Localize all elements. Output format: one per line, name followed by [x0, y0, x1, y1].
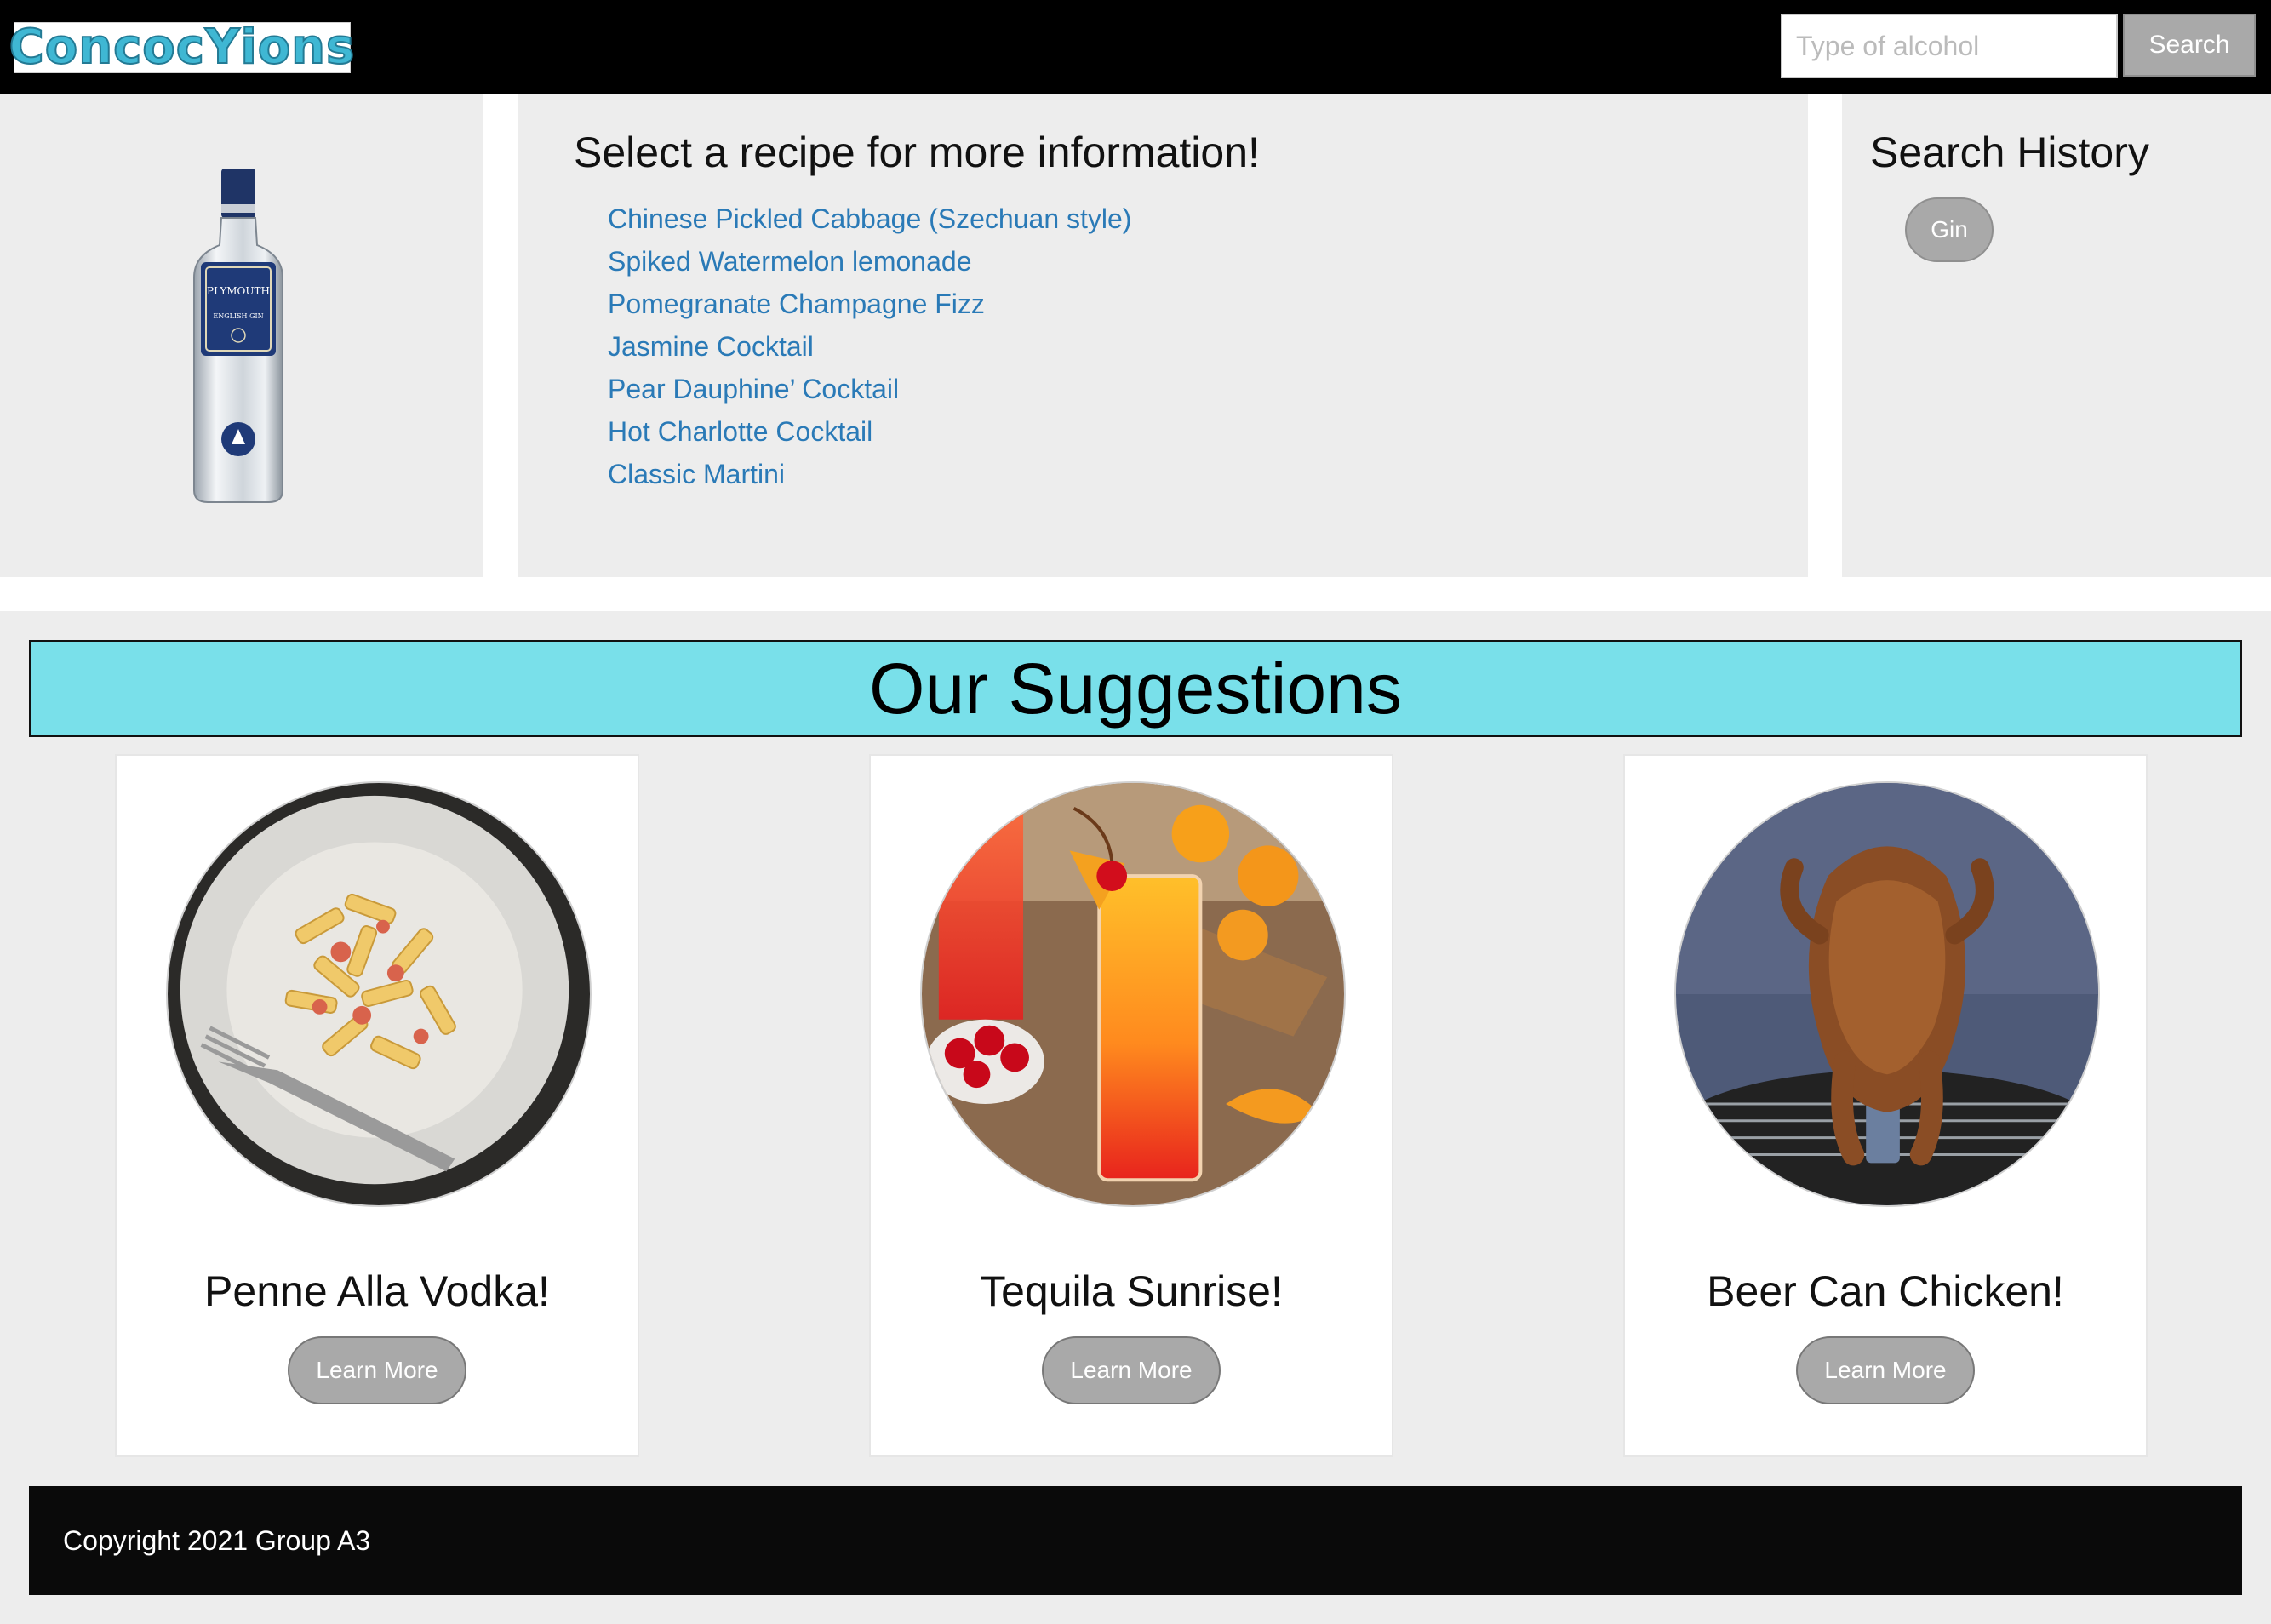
list-item: Jasmine Cocktail: [608, 325, 1131, 368]
suggestions-title: Our Suggestions: [869, 649, 1402, 729]
suggestion-title: Penne Alla Vodka!: [204, 1267, 550, 1315]
tequila-sunrise-photo: [920, 781, 1346, 1207]
svg-text:ENGLISH GIN: ENGLISH GIN: [213, 312, 263, 320]
alcohol-search-input[interactable]: [1781, 14, 2118, 78]
list-item: Spiked Watermelon lemonade: [608, 240, 1131, 283]
panel-divider: [483, 94, 518, 577]
suggestions-banner: Our Suggestions: [29, 640, 2242, 737]
learn-more-button[interactable]: Learn More: [288, 1336, 466, 1404]
list-item: Pear Dauphine’ Cocktail: [608, 368, 1131, 410]
recipe-list-heading: Select a recipe for more information!: [574, 129, 1260, 176]
learn-more-button[interactable]: Learn More: [1042, 1336, 1221, 1404]
recipe-link[interactable]: Pear Dauphine’ Cocktail: [608, 374, 899, 404]
search-button[interactable]: Search: [2123, 14, 2256, 77]
list-item: Chinese Pickled Cabbage (Szechuan style): [608, 197, 1131, 240]
penne-pasta-photo: [166, 781, 592, 1207]
suggestion-title: Tequila Sunrise!: [980, 1267, 1283, 1315]
copyright-text: Copyright 2021 Group A3: [63, 1524, 371, 1556]
svg-text:PLYMOUTH: PLYMOUTH: [207, 285, 270, 297]
panel-divider: [1808, 94, 1842, 577]
recipe-link[interactable]: Jasmine Cocktail: [608, 331, 814, 362]
list-item: Hot Charlotte Cocktail: [608, 410, 1131, 453]
list-item: Pomegranate Champagne Fizz: [608, 283, 1131, 325]
suggestion-card-chicken: Beer Can Chicken! Learn More: [1623, 754, 2148, 1457]
recipe-link[interactable]: Pomegranate Champagne Fizz: [608, 289, 985, 319]
recipe-link[interactable]: Classic Martini: [608, 459, 785, 489]
history-item-button[interactable]: Gin: [1905, 197, 1994, 262]
section-divider: [0, 577, 2271, 611]
footer: Copyright 2021 Group A3: [29, 1486, 2242, 1595]
list-item: Classic Martini: [608, 453, 1131, 495]
top-navbar: ConcocYions Search: [0, 0, 2271, 94]
suggestion-title: Beer Can Chicken!: [1707, 1267, 2064, 1315]
recipe-link[interactable]: Chinese Pickled Cabbage (Szechuan style): [608, 203, 1131, 234]
suggestion-card-penne: Penne Alla Vodka! Learn More: [115, 754, 639, 1457]
beer-can-chicken-photo: [1674, 781, 2100, 1207]
suggestion-card-tequila: Tequila Sunrise! Learn More: [869, 754, 1393, 1457]
concoctions-logo[interactable]: ConcocYions: [9, 22, 355, 73]
gin-bottle-image: PLYMOUTH ENGLISH GIN: [187, 167, 289, 504]
recipe-link[interactable]: Hot Charlotte Cocktail: [608, 416, 872, 447]
logo-text: ConcocYions: [9, 20, 356, 75]
recipe-list: Chinese Pickled Cabbage (Szechuan style)…: [608, 197, 1131, 495]
learn-more-button[interactable]: Learn More: [1796, 1336, 1975, 1404]
recipe-link[interactable]: Spiked Watermelon lemonade: [608, 246, 971, 277]
search-history-heading: Search History: [1870, 129, 2149, 176]
